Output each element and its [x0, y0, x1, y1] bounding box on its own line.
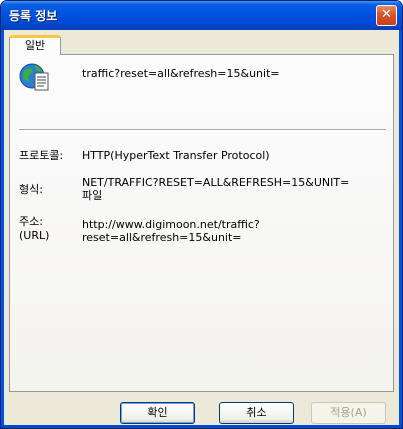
window-frame-left [1, 30, 4, 428]
title-bar[interactable]: 등록 정보 ✕ [1, 1, 402, 30]
address-value: http://www.digimoon.net/traffic? reset=a… [82, 218, 382, 244]
address-label: 주소: (URL) [19, 215, 49, 243]
item-name: traffic?reset=all&refresh=15&unit= [82, 67, 280, 80]
apply-button[interactable]: 적용(A) [311, 402, 386, 424]
type-label: 형식: [19, 183, 43, 196]
address-label-line1: 주소: [19, 215, 43, 228]
properties-dialog: 등록 정보 ✕ 일반 traffic?reset=all&refresh=15&… [0, 0, 403, 429]
close-icon: ✕ [381, 7, 392, 22]
window-frame-bottom [1, 425, 402, 428]
window-title: 등록 정보 [9, 9, 58, 23]
address-label-line2: (URL) [19, 229, 50, 242]
address-value-line1: http://www.digimoon.net/traffic? [82, 218, 260, 231]
cancel-button[interactable]: 취소 [219, 402, 294, 424]
ok-button[interactable]: 확인 [120, 402, 195, 424]
web-page-icon [19, 63, 49, 91]
close-button[interactable]: ✕ [376, 5, 397, 26]
type-value-line2: 파일 [82, 189, 103, 202]
protocol-label: 프로토콜: [19, 149, 64, 162]
tab-general[interactable]: 일반 [9, 35, 61, 55]
protocol-value: HTTP(HyperText Transfer Protocol) [82, 149, 270, 162]
section-divider [19, 129, 386, 131]
window-frame-right [399, 30, 402, 428]
type-value-line1: NET/TRAFFIC?RESET=ALL&REFRESH=15&UNIT= [82, 176, 350, 189]
type-value: NET/TRAFFIC?RESET=ALL&REFRESH=15&UNIT= 파… [82, 176, 382, 202]
address-value-line2: reset=all&refresh=15&unit= [82, 231, 242, 244]
